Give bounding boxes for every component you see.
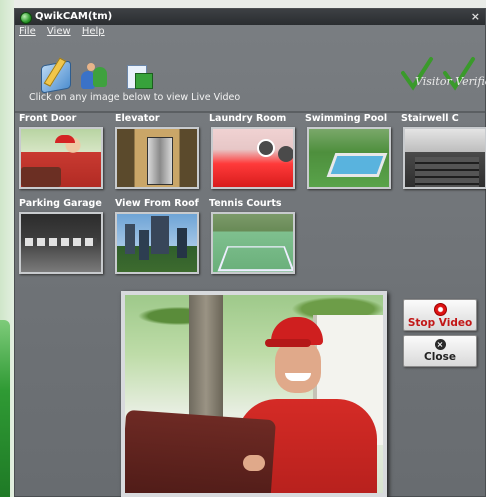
close-icon: × bbox=[434, 339, 446, 350]
camera-thumbnail-laundry-room[interactable] bbox=[211, 127, 295, 189]
window-title: QwikCAM(tm) bbox=[35, 11, 113, 22]
title-bar: QwikCAM(tm) × bbox=[15, 9, 485, 25]
camera-thumbnail-elevator[interactable] bbox=[115, 127, 199, 189]
edit-icon[interactable] bbox=[41, 60, 71, 94]
stop-video-label: Stop Video bbox=[407, 317, 473, 329]
camera-label: Tennis Courts bbox=[209, 198, 282, 209]
close-label: Close bbox=[424, 351, 456, 363]
camera-thumbnail-parking-garage[interactable] bbox=[19, 212, 103, 274]
camera-thumbnail-front-door[interactable] bbox=[19, 127, 103, 189]
stop-video-button[interactable]: Stop Video bbox=[403, 299, 477, 331]
visitor-verifier-logo: Visitor Verifier bbox=[401, 53, 486, 93]
users-icon[interactable] bbox=[81, 63, 109, 89]
instruction-text: Click on any image below to view Live Vi… bbox=[29, 92, 241, 103]
stop-icon bbox=[433, 303, 447, 316]
app-icon bbox=[20, 12, 32, 24]
desktop-background bbox=[0, 0, 14, 497]
camera-thumbnail-tennis-courts[interactable] bbox=[211, 212, 295, 274]
menu-view[interactable]: View bbox=[47, 26, 71, 37]
live-video-view bbox=[121, 291, 387, 497]
camera-label: Front Door bbox=[19, 113, 77, 124]
close-button[interactable]: × Close bbox=[403, 335, 477, 367]
close-window-button[interactable]: × bbox=[471, 10, 480, 23]
camera-thumbnail-view-from-roof[interactable] bbox=[115, 212, 199, 274]
camera-label: Laundry Room bbox=[209, 113, 287, 124]
camera-label: View From Roof bbox=[115, 198, 199, 209]
camera-thumbnail-stairwell-c[interactable] bbox=[403, 127, 486, 189]
desktop-accent bbox=[0, 320, 10, 497]
menu-file[interactable]: File bbox=[19, 26, 36, 37]
menu-help[interactable]: Help bbox=[82, 26, 105, 37]
app-window: QwikCAM(tm) × File View Help Click on an… bbox=[14, 8, 486, 497]
menu-bar: File View Help bbox=[19, 26, 113, 40]
camera-label: Swimming Pool bbox=[305, 113, 388, 124]
camera-label: Stairwell C bbox=[401, 113, 459, 124]
camera-label: Parking Garage bbox=[19, 198, 102, 209]
logo-text: Visitor Verifier bbox=[415, 75, 486, 88]
camera-label: Elevator bbox=[115, 113, 160, 124]
camera-thumbnail-swimming-pool[interactable] bbox=[307, 127, 391, 189]
monitor-icon[interactable] bbox=[123, 63, 153, 89]
